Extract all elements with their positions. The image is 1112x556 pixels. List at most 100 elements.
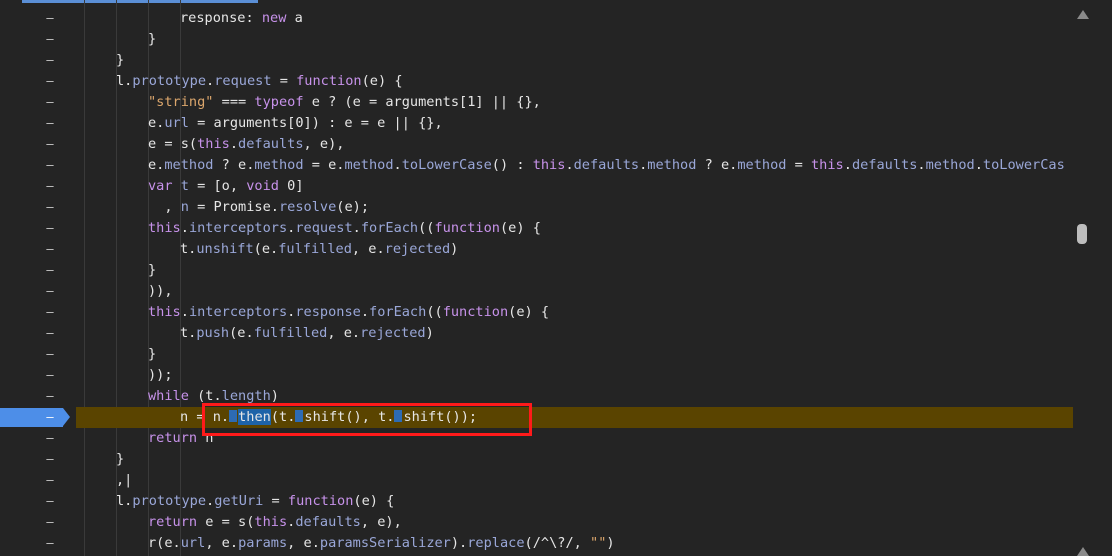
code-line[interactable]: t.push(e.fulfilled, e.rejected): [76, 323, 1073, 344]
code-token: (e) {: [353, 493, 395, 509]
code-token: () :: [491, 157, 533, 173]
gutter-line-marker[interactable]: –: [44, 326, 56, 340]
code-token: t.: [180, 241, 197, 257]
code-token: ,: [148, 199, 181, 215]
code-line[interactable]: }: [76, 29, 1073, 50]
code-token: method: [344, 157, 394, 173]
gutter-line-marker[interactable]: –: [44, 431, 56, 445]
code-token: .: [180, 304, 189, 320]
gutter-line-marker[interactable]: –: [44, 221, 56, 235]
code-line[interactable]: }: [76, 449, 1073, 470]
code-line[interactable]: l.prototype.request = function(e) {: [76, 71, 1073, 92]
code-line[interactable]: }: [76, 260, 1073, 281]
code-token: rejected: [384, 241, 451, 257]
code-line[interactable]: e = s(this.defaults, e),: [76, 134, 1073, 155]
code-token: void: [246, 178, 279, 194]
code-line[interactable]: this.interceptors.response.forEach((func…: [76, 302, 1073, 323]
code-token: , e.: [351, 241, 385, 257]
code-token: forEach: [369, 304, 427, 320]
code-token: n: [180, 199, 189, 215]
gutter-line-marker[interactable]: –: [44, 368, 56, 382]
gutter-line-marker[interactable]: –: [44, 347, 56, 361]
gutter-line-marker[interactable]: –: [44, 179, 56, 193]
gutter-line-marker[interactable]: –: [44, 284, 56, 298]
code-token: =: [271, 73, 297, 89]
gutter-line-marker[interactable]: –: [44, 95, 56, 109]
code-token: .: [565, 157, 574, 173]
code-line[interactable]: }: [76, 50, 1073, 71]
code-token: l.: [116, 73, 133, 89]
code-token: .: [917, 157, 926, 173]
code-token: , e.: [205, 535, 239, 551]
code-token: defaults: [573, 157, 640, 173]
code-token: request: [295, 220, 353, 236]
code-token: getUri: [214, 493, 264, 509]
code-token: (e) {: [361, 73, 403, 89]
code-token: e = s(: [148, 136, 198, 152]
code-token: 0]: [278, 178, 304, 194]
code-token: replace: [467, 535, 525, 551]
code-line[interactable]: ));: [76, 365, 1073, 386]
code-token: fulfilled: [253, 325, 328, 341]
gutter-line-marker[interactable]: –: [44, 74, 56, 88]
gutter-line-marker[interactable]: –: [44, 494, 56, 508]
code-line[interactable]: this.interceptors.request.forEach((funct…: [76, 218, 1073, 239]
code-token: .: [229, 136, 239, 152]
code-line[interactable]: ,|: [76, 470, 1073, 491]
code-token: response: [295, 304, 361, 320]
code-line[interactable]: return e = s(this.defaults, e),: [76, 512, 1073, 533]
code-line[interactable]: var t = [o, void 0]: [76, 176, 1073, 197]
code-token: (e) {: [508, 304, 550, 320]
code-line[interactable]: r(e.url, e.params, e.paramsSerializer).r…: [76, 533, 1073, 554]
code-token: =: [786, 157, 811, 173]
code-line[interactable]: }: [76, 344, 1073, 365]
code-token: a: [286, 10, 303, 26]
code-token: function: [442, 304, 509, 320]
scroll-down-arrow-icon[interactable]: [1077, 547, 1089, 556]
gutter-line-marker[interactable]: –: [44, 137, 56, 151]
code-token: push: [196, 325, 230, 341]
gutter-line-marker[interactable]: –: [44, 389, 56, 403]
gutter-line-marker[interactable]: –: [44, 32, 56, 46]
gutter-line-marker[interactable]: –: [44, 452, 56, 466]
breakpoint-marker[interactable]: –: [0, 408, 70, 427]
code-token: }: [148, 31, 157, 47]
code-token: rejected: [360, 325, 426, 341]
code-line[interactable]: "string" === typeof e ? (e = arguments[1…: [76, 92, 1073, 113]
code-token: params: [238, 535, 288, 551]
code-token: , e.: [327, 325, 361, 341]
code-token: defaults: [295, 514, 361, 530]
gutter-line-marker[interactable]: –: [44, 200, 56, 214]
breakpoint-line-number: –: [46, 410, 54, 424]
code-line[interactable]: t.unshift(e.fulfilled, e.rejected): [76, 239, 1073, 260]
gutter-line-marker[interactable]: –: [44, 536, 56, 550]
gutter-line-marker[interactable]: –: [44, 263, 56, 277]
code-line[interactable]: e.method ? e.method = e.method.toLowerCa…: [76, 155, 1073, 176]
code-token: typeof: [254, 94, 304, 110]
line-gutter[interactable]: – – – – – – – – – – – – – – – – – – – – – – – – –: [0, 0, 76, 556]
code-token: url: [180, 535, 206, 551]
code-editor[interactable]: response: new a}} l.prototype.request = f…: [76, 0, 1073, 556]
vertical-scrollbar[interactable]: [1073, 0, 1112, 556]
code-token: (t.: [188, 388, 222, 404]
code-token: (/^\?/,: [524, 535, 591, 551]
gutter-line-marker[interactable]: –: [44, 116, 56, 130]
gutter-line-marker[interactable]: –: [44, 53, 56, 67]
gutter-line-marker[interactable]: –: [44, 305, 56, 319]
code-line[interactable]: l.prototype.getUri = function(e) {: [76, 491, 1073, 512]
gutter-line-marker[interactable]: –: [44, 242, 56, 256]
scrollbar-thumb[interactable]: [1077, 224, 1087, 244]
gutter-line-marker[interactable]: –: [44, 11, 56, 25]
gutter-line-marker[interactable]: –: [44, 473, 56, 487]
code-token: ? e.: [696, 157, 738, 173]
code-line[interactable]: )),: [76, 281, 1073, 302]
gutter-line-marker[interactable]: –: [44, 158, 56, 172]
code-line[interactable]: response: new a: [76, 8, 1073, 29]
gutter-line-marker[interactable]: –: [44, 515, 56, 529]
scroll-up-arrow-icon[interactable]: [1077, 10, 1089, 19]
code-token: .: [843, 157, 852, 173]
code-token: return: [148, 430, 198, 446]
code-line[interactable]: , n = Promise.resolve(e);: [76, 197, 1073, 218]
code-line[interactable]: e.url = arguments[0]) : e = e || {},: [76, 113, 1073, 134]
